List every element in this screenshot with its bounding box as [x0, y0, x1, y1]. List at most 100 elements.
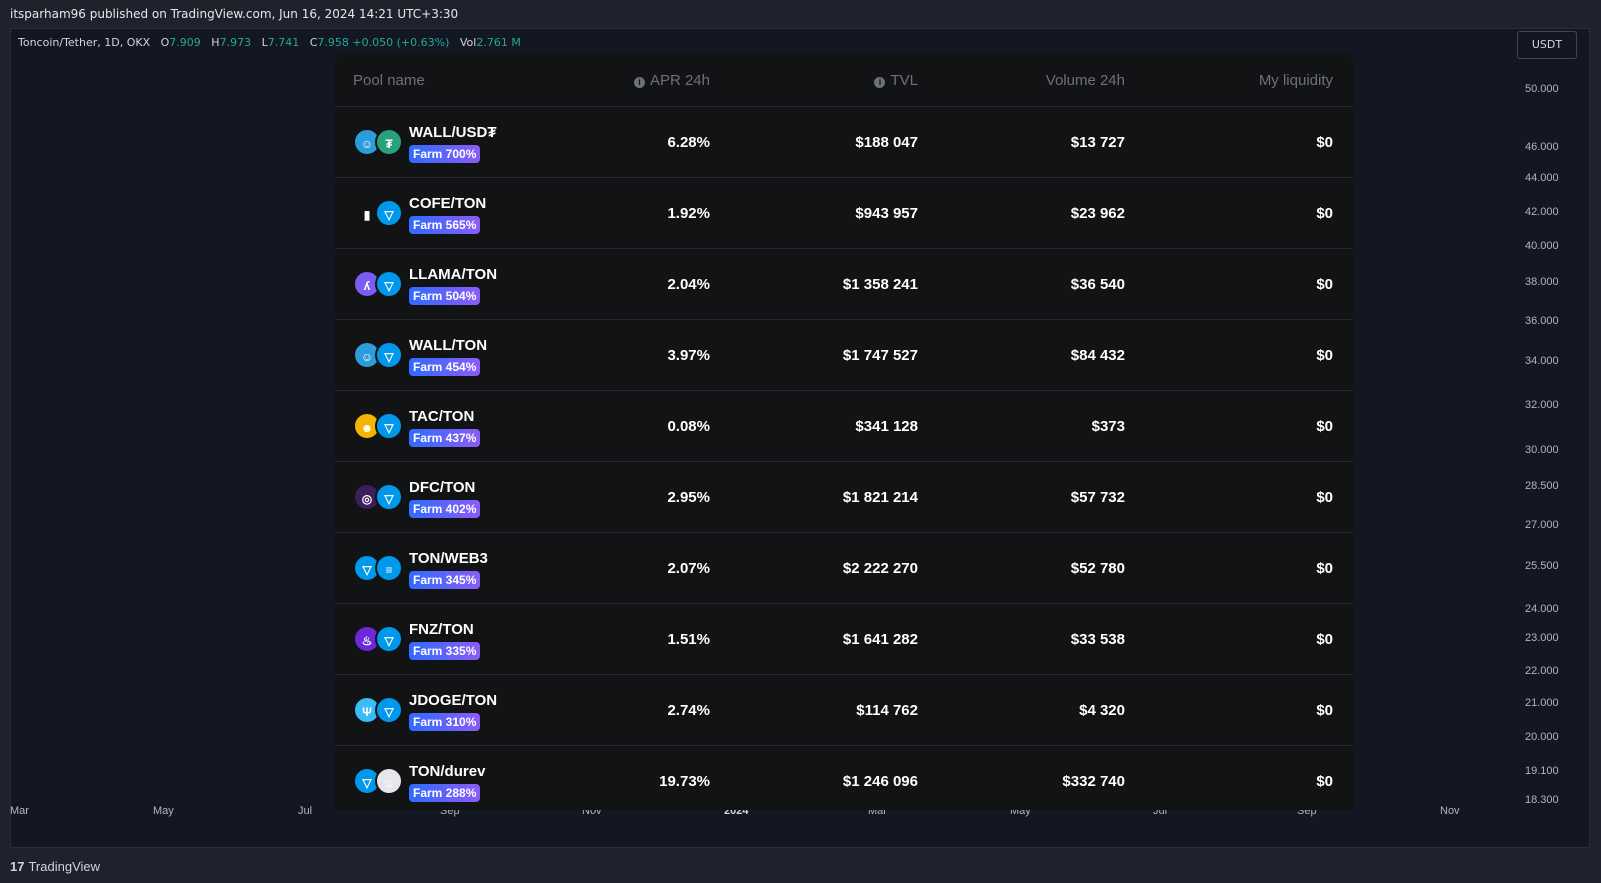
usdt-token-icon: ₮ — [375, 128, 403, 156]
durev-token-icon: ☺ — [375, 767, 403, 795]
liquidity-value: $0 — [1316, 276, 1333, 293]
liquidity-value: $0 — [1316, 205, 1333, 222]
volume-value: $33 538 — [1070, 631, 1125, 648]
ton-token-icon: ▽ — [375, 341, 403, 369]
table-body: ☺ ₮ WALL/USD₮ Farm 700% 6.28% $188 047 $13 727… — [335, 107, 1353, 810]
col-apr[interactable]: i APR 24h — [633, 72, 710, 89]
info-icon[interactable]: i — [633, 77, 645, 88]
pair-icons: ☺ ▽ — [353, 341, 405, 371]
pool-name[interactable]: WALL/TON — [409, 337, 487, 354]
price-tick: 32.000 — [1525, 399, 1559, 411]
price-tick: 21.000 — [1525, 697, 1559, 709]
apr-value: 19.73% — [659, 773, 710, 790]
volume-value: $13 727 — [1070, 134, 1125, 151]
liquidity-value: $0 — [1316, 560, 1333, 577]
high-value: 7.973 — [219, 36, 252, 49]
apr-value: 2.04% — [667, 276, 710, 293]
apr-value: 1.92% — [667, 205, 710, 222]
pool-name[interactable]: COFE/TON — [409, 195, 486, 212]
ton-token-icon: ▽ — [375, 625, 403, 653]
apr-value: 6.28% — [667, 134, 710, 151]
volume-value: $4 320 — [1079, 702, 1125, 719]
tvl-value: $341 128 — [855, 418, 918, 435]
brand-name: TradingView — [28, 859, 101, 874]
tvl-value: $943 957 — [855, 205, 918, 222]
apr-value: 2.07% — [667, 560, 710, 577]
ton-token-icon: ▽ — [375, 270, 403, 298]
price-tick: 30.000 — [1525, 444, 1559, 456]
table-row[interactable]: ▽ ≡ TON/WEB3 Farm 345% 2.07% $2 222 270 $52 78… — [335, 533, 1353, 604]
col-apr-label: APR 24h — [649, 72, 710, 89]
price-tick: 36.000 — [1525, 315, 1559, 327]
table-row[interactable]: ▽ ☺ TON/durev Farm 288% 19.73% $1 246 096 $332… — [335, 746, 1353, 810]
liquidity-value: $0 — [1316, 134, 1333, 151]
pair-icons: ☺ ₮ — [353, 128, 405, 158]
pool-name[interactable]: DFC/TON — [409, 479, 475, 496]
pool-name[interactable]: TON/durev — [409, 763, 485, 780]
tvl-value: $114 762 — [856, 702, 918, 719]
price-tick: 18.300 — [1525, 794, 1559, 806]
pool-name[interactable]: JDOGE/TON — [409, 692, 497, 709]
price-tick: 25.500 — [1525, 560, 1559, 572]
col-volume[interactable]: Volume 24h — [1046, 72, 1125, 89]
price-tick: 38.000 — [1525, 276, 1559, 288]
info-icon[interactable]: i — [874, 77, 886, 88]
price-tick: 23.000 — [1525, 632, 1559, 644]
col-tvl-label: TVL — [890, 72, 918, 89]
table-row[interactable]: ʎ ▽ LLAMA/TON Farm 504% 2.04% $1 358 241 $36 5… — [335, 249, 1353, 320]
pool-name[interactable]: TON/WEB3 — [409, 550, 488, 567]
farm-badge: Farm 402% — [409, 500, 481, 518]
table-row[interactable]: ♨ ▽ FNZ/TON Farm 335% 1.51% $1 641 282 $33 538… — [335, 604, 1353, 675]
low-value: 7.741 — [267, 36, 300, 49]
table-row[interactable]: ☺ ▽ WALL/TON Farm 454% 3.97% $1 747 527 $84 43… — [335, 320, 1353, 391]
currency-button[interactable]: USDT — [1517, 31, 1577, 59]
pool-name[interactable]: TAC/TON — [409, 408, 474, 425]
liquidity-value: $0 — [1316, 773, 1333, 790]
farm-badge: Farm 437% — [409, 429, 481, 447]
farm-badge: Farm 454% — [409, 358, 481, 376]
table-row[interactable]: ▮ ▽ COFE/TON Farm 565% 1.92% $943 957 $23 962 $… — [335, 178, 1353, 249]
volume-value: $84 432 — [1070, 347, 1125, 364]
symbol-name[interactable]: Toncoin/Tether, 1D, OKX — [18, 36, 150, 49]
symbol-legend: Toncoin/Tether, 1D, OKX O7.909 H7.973 L7… — [18, 36, 521, 49]
footer-brand[interactable]: 17 TradingView — [10, 859, 100, 874]
time-tick: May — [153, 805, 174, 817]
table-row[interactable]: ◎ ▽ DFC/TON Farm 402% 2.95% $1 821 214 $57 732… — [335, 462, 1353, 533]
pools-table: Pool name i APR 24h i TVL Volume 24h My li… — [335, 53, 1353, 810]
tvl-value: $188 047 — [855, 134, 918, 151]
table-header: Pool name i APR 24h i TVL Volume 24h My li… — [335, 53, 1353, 107]
table-row[interactable]: Ψ ▽ JDOGE/TON Farm 310% 2.74% $114 762 $4 320 $… — [335, 675, 1353, 746]
liquidity-value: $0 — [1316, 631, 1333, 648]
volume-value: $36 540 — [1070, 276, 1125, 293]
pool-name[interactable]: WALL/USD₮ — [409, 124, 497, 141]
pair-icons: ▮ ▽ — [353, 199, 405, 229]
volume-value: $332 740 — [1062, 773, 1125, 790]
ton-token-icon: ▽ — [375, 199, 403, 227]
col-liquidity[interactable]: My liquidity — [1259, 72, 1333, 89]
price-tick: 19.100 — [1525, 765, 1559, 777]
farm-badge: Farm 310% — [409, 713, 481, 731]
table-row[interactable]: ☻ ▽ TAC/TON Farm 437% 0.08% $341 128 $373 $0 — [335, 391, 1353, 462]
farm-badge: Farm 565% — [409, 216, 481, 234]
table-row[interactable]: ☺ ₮ WALL/USD₮ Farm 700% 6.28% $188 047 $13 727… — [335, 107, 1353, 178]
farm-badge: Farm 288% — [409, 784, 481, 802]
price-tick: 22.000 — [1525, 665, 1559, 677]
col-pool-name[interactable]: Pool name — [353, 72, 425, 89]
col-tvl[interactable]: i TVL — [874, 72, 918, 89]
price-tick: 20.000 — [1525, 731, 1559, 743]
pair-icons: Ψ ▽ — [353, 696, 405, 726]
volume-value: $373 — [1091, 418, 1125, 435]
apr-value: 2.74% — [667, 702, 710, 719]
pool-name[interactable]: LLAMA/TON — [409, 266, 497, 283]
volume-label: Vol — [459, 36, 477, 49]
apr-value: 3.97% — [667, 347, 710, 364]
time-tick: Jul — [298, 805, 313, 817]
price-tick: 27.000 — [1525, 519, 1559, 531]
open-value: 7.909 — [169, 36, 201, 49]
volume-value: $57 732 — [1070, 489, 1125, 506]
high-label: H — [211, 36, 220, 49]
time-tick: Nov — [1440, 805, 1460, 817]
pool-name[interactable]: FNZ/TON — [409, 621, 474, 638]
price-tick: 40.000 — [1525, 240, 1559, 252]
pair-icons: ☻ ▽ — [353, 412, 405, 442]
